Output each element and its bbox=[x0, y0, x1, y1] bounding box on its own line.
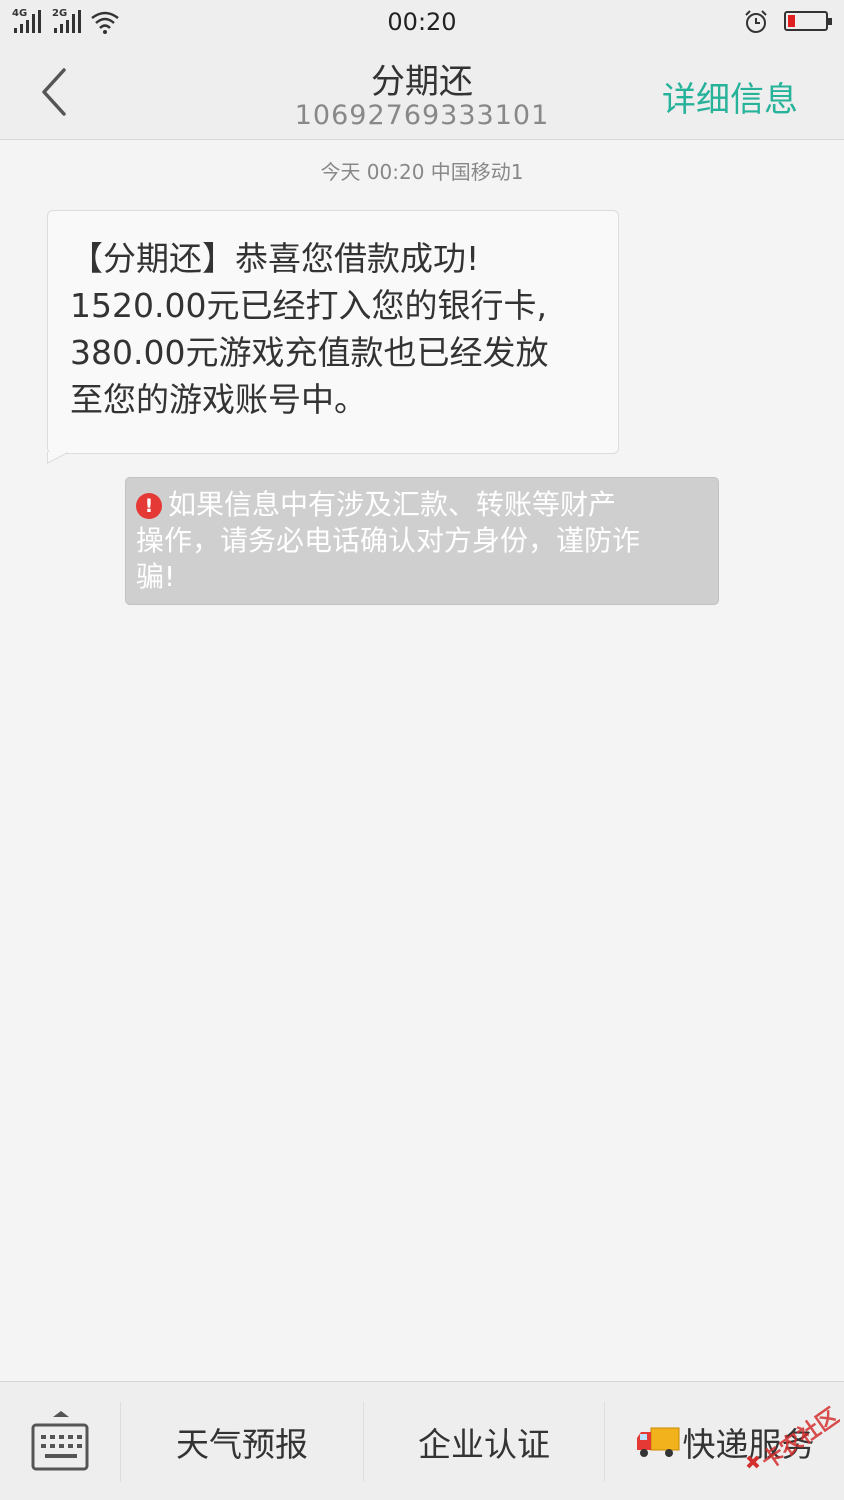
conversation-header: 分期还 10692769333101 详细信息 bbox=[0, 44, 844, 140]
battery-low-icon bbox=[784, 11, 832, 31]
warning-line: ! 如果信息中有涉及汇款、转账等财产 bbox=[136, 487, 708, 523]
status-bar: 4G 2G 00:20 bbox=[0, 0, 844, 44]
details-button[interactable]: 详细信息 bbox=[662, 72, 798, 121]
message-line: 【分期还】恭喜您借款成功! bbox=[70, 239, 480, 278]
message-line: 1520.00元已经打入您的银行卡, bbox=[70, 286, 547, 325]
message-line: 至您的游戏账号中。 bbox=[70, 380, 367, 419]
menu-item-label: 天气预报 bbox=[176, 1424, 308, 1464]
message-line: 380.00元游戏充值款也已经发放 bbox=[70, 333, 549, 372]
warning-line: 骗! bbox=[136, 560, 176, 593]
alarm-icon bbox=[745, 10, 767, 33]
incoming-message-bubble[interactable]: 【分期还】恭喜您借款成功! 1520.00元已经打入您的银行卡, 380.00元… bbox=[47, 210, 619, 454]
watermark-logo: 卡农社区 bbox=[746, 1405, 840, 1475]
battery-level-fill bbox=[788, 15, 795, 27]
warning-line: 操作，请务必电话确认对方身份，谨防诈 bbox=[136, 524, 641, 557]
message-timestamp: 今天 00:20 中国移动1 bbox=[320, 160, 524, 184]
keyboard-toggle-button[interactable] bbox=[0, 1382, 120, 1500]
keyboard-icon bbox=[31, 1411, 89, 1471]
status-time: 00:20 bbox=[387, 8, 457, 36]
menu-item-label: 企业认证 bbox=[418, 1424, 550, 1464]
service-menu-bar: 天气预报 企业认证 快递服务 bbox=[0, 1381, 844, 1500]
svg-text:卡农社区: 卡农社区 bbox=[757, 1405, 840, 1475]
exclamation-icon: ! bbox=[136, 493, 162, 519]
menu-item-weather[interactable]: 天气预报 bbox=[121, 1382, 363, 1500]
bubble-tail bbox=[47, 452, 69, 464]
menu-item-enterprise-verification[interactable]: 企业认证 bbox=[364, 1382, 604, 1500]
truck-icon bbox=[636, 1427, 679, 1457]
fraud-warning-notice: ! 如果信息中有涉及汇款、转账等财产 操作，请务必电话确认对方身份，谨防诈 骗! bbox=[125, 477, 719, 605]
